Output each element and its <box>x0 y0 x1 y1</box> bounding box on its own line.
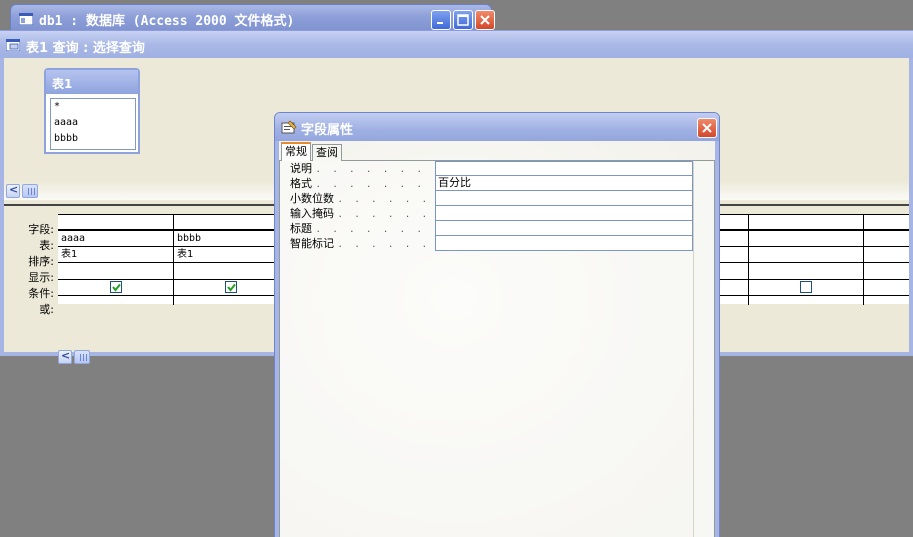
show-checkbox[interactable] <box>800 281 812 293</box>
scroll-thumb[interactable] <box>74 350 90 364</box>
property-row: 标题 . . . . . . . . . . <box>287 221 697 236</box>
show-checkbox[interactable] <box>110 281 122 293</box>
properties-icon <box>281 120 297 134</box>
checkmark-icon <box>227 283 236 292</box>
property-row: 小数位数 . . . . . . . . . . <box>287 191 697 206</box>
property-value-smart-tags[interactable] <box>435 236 693 251</box>
close-button[interactable] <box>697 118 717 138</box>
maximize-icon <box>457 14 469 26</box>
property-label: 标题 . . . . . . . . . . <box>290 222 435 235</box>
checkmark-icon <box>112 283 121 292</box>
property-sheet: 说明 . . . . . . . . . . 格式 . . . . . . . … <box>287 161 697 251</box>
property-row: 输入掩码 . . . . . . . . . . <box>287 206 697 221</box>
property-row: 格式 . . . . . . . . . . 百分比 <box>287 176 697 191</box>
show-checkbox[interactable] <box>225 281 237 293</box>
table-cell[interactable]: 表1 <box>58 247 77 263</box>
property-row: 智能标记 . . . . . . . . . . <box>287 236 697 251</box>
property-value-decimal-places[interactable] <box>435 191 693 206</box>
table-cell[interactable]: 表1 <box>174 247 193 263</box>
close-icon <box>480 15 490 25</box>
minimize-icon <box>437 22 443 24</box>
field-list-item[interactable]: aaaa <box>51 115 135 131</box>
property-label: 智能标记 . . . . . . . . . . <box>290 237 435 250</box>
close-button[interactable] <box>475 10 495 30</box>
tab-general[interactable]: 常规 <box>281 142 311 161</box>
query-window-title: 表1 查询 : 选择查询 <box>26 41 145 56</box>
query-icon <box>6 39 20 51</box>
field-properties-title: 字段属性 <box>301 123 354 138</box>
field-list-item[interactable]: * <box>51 99 135 115</box>
table-field-list[interactable]: 表1 * aaaa bbbb <box>44 68 140 154</box>
chevron-left-icon: < <box>9 183 19 196</box>
scroll-thumb[interactable] <box>22 184 38 198</box>
field-cell[interactable]: bbbb <box>174 231 201 247</box>
property-value-input-mask[interactable] <box>435 206 693 221</box>
field-list[interactable]: * aaaa bbbb <box>50 98 136 150</box>
db-window-titlebar[interactable]: db1 : 数据库 (Access 2000 文件格式) <box>10 4 495 32</box>
row-label-table: 表: <box>39 239 54 252</box>
db-window-title: db1 : 数据库 (Access 2000 文件格式) <box>39 14 295 29</box>
field-properties-titlebar[interactable]: 字段属性 <box>275 113 719 141</box>
row-label-field: 字段: <box>28 223 54 236</box>
row-label-criteria: 条件: <box>28 287 54 300</box>
query-window-titlebar[interactable]: 表1 查询 : 选择查询 <box>0 30 913 58</box>
table-pane-hscrollbar[interactable]: < <box>6 183 40 199</box>
scroll-left-button[interactable]: < <box>58 349 72 364</box>
tab-lookup[interactable]: 查阅 <box>312 144 342 161</box>
minimize-button[interactable] <box>431 10 451 30</box>
row-label-show: 显示: <box>28 271 54 284</box>
property-label: 小数位数 . . . . . . . . . . <box>290 192 435 205</box>
row-label-or: 或: <box>39 303 54 316</box>
close-icon <box>702 123 712 133</box>
maximize-button[interactable] <box>453 10 473 30</box>
property-label: 输入掩码 . . . . . . . . . . <box>290 207 435 220</box>
field-properties-dialog[interactable]: 字段属性 常规 查阅 说明 . . . . . . . . . . 格式 . .… <box>274 112 720 537</box>
property-label: 说明 . . . . . . . . . . <box>290 162 435 175</box>
table-field-list-title: 表1 <box>46 70 138 94</box>
property-value-description[interactable] <box>435 161 693 176</box>
property-row: 说明 . . . . . . . . . . <box>287 161 697 176</box>
database-icon <box>19 13 33 25</box>
grid-row-labels: 字段: 表: 排序: 显示: 条件: 或: <box>4 222 58 318</box>
field-cell[interactable]: aaaa <box>58 231 85 247</box>
dialog-border <box>715 141 719 537</box>
chevron-left-icon: < <box>61 349 71 362</box>
property-value-caption[interactable] <box>435 221 693 236</box>
property-label: 格式 . . . . . . . . . . <box>290 177 435 190</box>
field-list-item[interactable]: bbbb <box>51 131 135 147</box>
property-value-format[interactable]: 百分比 <box>435 176 693 191</box>
scroll-left-button[interactable]: < <box>6 183 20 198</box>
row-label-sort: 排序: <box>28 255 54 268</box>
